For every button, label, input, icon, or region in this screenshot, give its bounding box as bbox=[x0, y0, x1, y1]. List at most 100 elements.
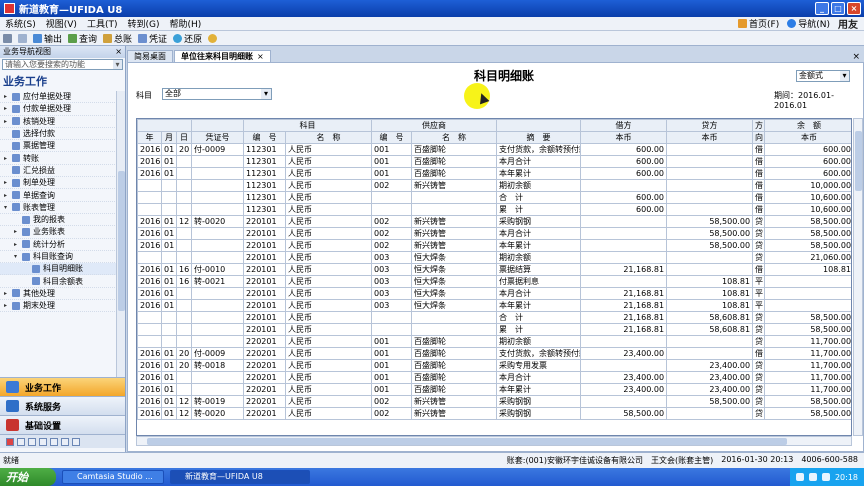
tray-icon[interactable] bbox=[808, 473, 817, 481]
column-header[interactable]: 编 号 bbox=[243, 131, 287, 144]
sidebar-tree-item[interactable]: ▸ 付款单据处理 bbox=[0, 103, 125, 116]
help-button[interactable] bbox=[205, 33, 220, 43]
column-header[interactable]: 向 bbox=[752, 131, 766, 144]
menu-goto[interactable]: 转到(G) bbox=[122, 17, 164, 30]
shortcut-icon[interactable] bbox=[39, 437, 47, 446]
start-button[interactable]: 开始 bbox=[0, 468, 56, 486]
subject-select[interactable]: 全部 ▾ bbox=[162, 88, 272, 100]
sidebar-tree-item[interactable]: 科目明细账 bbox=[0, 263, 125, 276]
tray-icon[interactable] bbox=[821, 473, 830, 481]
table-hscroll-thumb[interactable] bbox=[147, 438, 787, 445]
table-row[interactable]: 220201 人民币 001 百盛脚轮 期初余额 贷 11,700.00 bbox=[137, 335, 851, 348]
sidebar-tree-item[interactable]: ▸ 期末处理 bbox=[0, 300, 125, 313]
table-row[interactable]: 2016 01 12 转-0019 220201 人民币 002 新兴铸管 采购钢钢 58,500… bbox=[137, 395, 851, 408]
print-button[interactable] bbox=[0, 33, 15, 43]
shortcut-icon[interactable] bbox=[28, 437, 36, 446]
close-all-tabs-icon[interactable]: × bbox=[852, 52, 860, 62]
tree-arrow-icon[interactable]: ▸ bbox=[4, 105, 12, 112]
tree-arrow-icon[interactable]: ▸ bbox=[14, 241, 22, 248]
sidebar-tree-item[interactable]: 科目余额表 bbox=[0, 275, 125, 288]
table-row[interactable]: 220101 人民币 合 计 21,168.81 58,608.81 贷 58,500.00 bbox=[137, 311, 851, 324]
table-row[interactable]: 2016 01 20 付-0009 220201 人民币 001 百盛脚轮 支付货款，余额转预付… bbox=[137, 347, 851, 360]
sidebar-tree-item[interactable]: ▸ 业务账表 bbox=[0, 226, 125, 239]
column-header[interactable]: 编 号 bbox=[371, 131, 413, 144]
tree-arrow-icon[interactable]: ▸ bbox=[4, 302, 12, 309]
column-header[interactable]: 年 bbox=[137, 131, 162, 144]
sidebar-tree-item[interactable]: ▸ 统计分析 bbox=[0, 239, 125, 251]
menu-view[interactable]: 视图(V) bbox=[41, 17, 82, 30]
sidebar-search-input[interactable]: 请输入您要搜索的功能 ▾ bbox=[2, 59, 123, 70]
shortcut-icon[interactable] bbox=[72, 437, 80, 446]
table-vscroll-thumb[interactable] bbox=[855, 131, 862, 191]
column-header[interactable]: 本币 bbox=[666, 131, 754, 144]
tab-simple-desktop[interactable]: 简易桌面 bbox=[127, 50, 173, 62]
table-row[interactable]: 220101 人民币 003 恒大焊条 期初余额 贷 21,060.00 bbox=[137, 251, 851, 264]
nav-link[interactable]: 导航(N) bbox=[787, 17, 830, 30]
table-row[interactable]: 2016 01 220101 人民币 002 新兴铸管 本年累计 58,500.00 贷 58,5… bbox=[137, 239, 851, 252]
ledger-button[interactable]: 总账 bbox=[100, 32, 135, 45]
shortcut-icon[interactable] bbox=[61, 437, 69, 446]
menu-tools[interactable]: 工具(T) bbox=[82, 17, 123, 30]
column-header[interactable]: 日 bbox=[175, 131, 193, 144]
column-header[interactable]: 月 bbox=[161, 131, 177, 144]
sidebar-tree-item[interactable]: ▸ 应付单据处理 bbox=[0, 91, 125, 104]
nav-system-service[interactable]: 系统服务 bbox=[0, 396, 125, 415]
tree-arrow-icon[interactable]: ▸ bbox=[14, 228, 22, 235]
close-button[interactable]: × bbox=[847, 2, 861, 15]
table-vertical-scrollbar[interactable] bbox=[853, 118, 863, 436]
tree-arrow-icon[interactable]: ▸ bbox=[4, 192, 12, 199]
table-row[interactable]: 112301 人民币 002 新兴铸管 期初余额 借 10,000.00 bbox=[137, 179, 851, 192]
tree-arrow-icon[interactable]: ▸ bbox=[4, 155, 12, 162]
tree-arrow-icon[interactable]: ▸ bbox=[4, 118, 12, 125]
table-row[interactable]: 2016 01 20 转-0018 220201 人民币 001 百盛脚轮 采购专用发票 23,4… bbox=[137, 359, 851, 372]
query-button[interactable]: 查询 bbox=[65, 32, 100, 45]
table-row[interactable]: 2016 01 112301 人民币 001 百盛脚轮 本月合计 600.00 借 600.00 bbox=[137, 155, 851, 168]
table-row[interactable]: 112301 人民币 合 计 600.00 借 10,600.00 bbox=[137, 191, 851, 204]
table-row[interactable]: 2016 01 12 转-0020 220101 人民币 002 新兴铸管 采购钢钢 58,500… bbox=[137, 215, 851, 228]
tree-arrow-icon[interactable]: ▸ bbox=[4, 93, 12, 100]
sidebar-scroll-thumb[interactable] bbox=[118, 171, 125, 311]
table-horizontal-scrollbar[interactable] bbox=[136, 436, 852, 446]
tab-subject-detail-ledger[interactable]: 单位往来科目明细账 × bbox=[174, 50, 271, 62]
tree-arrow-icon[interactable]: ▸ bbox=[4, 179, 12, 186]
sidebar-tree-item[interactable]: ▸ 其他处理 bbox=[0, 288, 125, 301]
column-header[interactable]: 名 称 bbox=[285, 131, 373, 144]
column-header[interactable]: 本币 bbox=[580, 131, 668, 144]
output-button[interactable]: 输出 bbox=[30, 32, 65, 45]
voucher-button[interactable]: 凭证 bbox=[135, 32, 170, 45]
sidebar-tree-item[interactable]: 票据管理 bbox=[0, 140, 125, 153]
sidebar-tree-item[interactable]: ▸ 核销处理 bbox=[0, 116, 125, 128]
shortcut-icon[interactable] bbox=[17, 437, 25, 446]
nav-basic-settings[interactable]: 基础设置 bbox=[0, 415, 125, 434]
sidebar-tree-item[interactable]: ▸ 制单处理 bbox=[0, 177, 125, 190]
table-row[interactable]: 112301 人民币 累 计 600.00 借 10,600.00 bbox=[137, 203, 851, 216]
restore-button[interactable]: 还原 bbox=[170, 32, 205, 45]
table-row[interactable]: 2016 01 16 付-0010 220101 人民币 003 恒大焊条 票据结算 21,168… bbox=[137, 263, 851, 276]
sidebar-tree-item[interactable]: ▸ 单据查询 bbox=[0, 189, 125, 202]
column-header[interactable]: 名 称 bbox=[411, 131, 498, 144]
sidebar-tree-item[interactable]: 我的报表 bbox=[0, 214, 125, 227]
search-dropdown-icon[interactable]: ▾ bbox=[113, 60, 122, 69]
table-row[interactable]: 2016 01 220101 人民币 002 新兴铸管 本月合计 58,500.00 贷 58,5… bbox=[137, 227, 851, 240]
task-camtasia[interactable]: Camtasia Studio ... bbox=[62, 470, 164, 484]
column-header[interactable]: 摘 要 bbox=[496, 131, 582, 144]
table-row[interactable]: 2016 01 16 转-0021 220101 人民币 003 恒大焊条 付票据利息 108.8… bbox=[137, 275, 851, 288]
sidebar-tree-item[interactable]: 汇兑损益 bbox=[0, 165, 125, 178]
menu-help[interactable]: 帮助(H) bbox=[164, 17, 206, 30]
tree-arrow-icon[interactable]: ▾ bbox=[14, 253, 22, 260]
table-row[interactable]: 2016 01 220201 人民币 001 百盛脚轮 本年累计 23,400.00 23,40… bbox=[137, 383, 851, 396]
table-row[interactable]: 220101 人民币 累 计 21,168.81 58,608.81 贷 58,500.00 bbox=[137, 323, 851, 336]
sidebar-tree-item[interactable]: ▾ 科目账查询 bbox=[0, 251, 125, 264]
table-row[interactable]: 2016 01 220101 人民币 003 恒大焊条 本月合计 21,168.81 108.8… bbox=[137, 287, 851, 300]
tray-icon[interactable] bbox=[795, 473, 804, 481]
preview-button[interactable] bbox=[15, 33, 30, 43]
table-row[interactable]: 2016 01 220201 人民币 001 百盛脚轮 本月合计 23,400.00 23,40… bbox=[137, 371, 851, 384]
task-ufida[interactable]: 新道教育—UFIDA U8 bbox=[170, 470, 310, 484]
shortcut-icon[interactable] bbox=[50, 437, 58, 446]
table-row[interactable]: 2016 01 12 转-0020 220201 人民币 002 新兴铸管 采购钢钢 58,500… bbox=[137, 407, 851, 420]
home-link[interactable]: 首页(F) bbox=[738, 17, 779, 30]
tab-close-icon[interactable]: × bbox=[257, 52, 264, 61]
sidebar-tree-item[interactable]: ▸ 转账 bbox=[0, 152, 125, 165]
tree-arrow-icon[interactable]: ▾ bbox=[4, 204, 12, 211]
shortcut-icon[interactable] bbox=[6, 437, 14, 446]
